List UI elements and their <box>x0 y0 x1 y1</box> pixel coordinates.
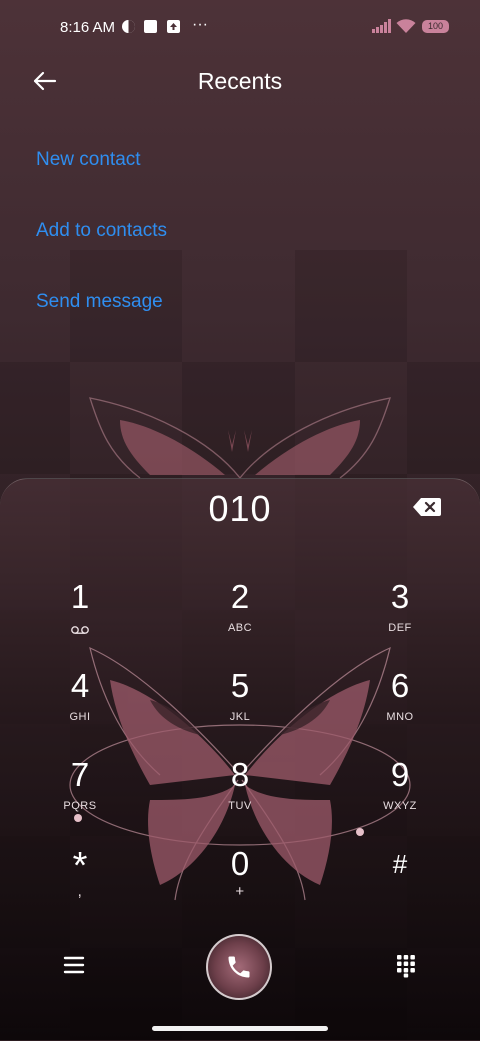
upload-icon <box>166 19 181 34</box>
new-contact-link[interactable]: New contact <box>36 149 141 171</box>
key-9[interactable]: 9 WXYZ <box>352 756 448 834</box>
key-3[interactable]: 3 DEF <box>352 578 448 656</box>
key-6[interactable]: 6 MNO <box>352 667 448 745</box>
add-to-contacts-link[interactable]: Add to contacts <box>36 220 167 242</box>
signal-icon <box>371 19 391 34</box>
key-4[interactable]: 4 GHI <box>32 667 128 745</box>
key-1[interactable]: 1 <box>32 578 128 656</box>
backspace-icon[interactable] <box>412 496 442 518</box>
home-indicator[interactable] <box>152 1026 328 1031</box>
key-star[interactable]: * , <box>32 845 128 923</box>
notification-square-icon <box>143 19 158 34</box>
key-hash[interactable]: # <box>352 845 448 923</box>
key-5[interactable]: 5 JKL <box>192 667 288 745</box>
keypad-icon[interactable] <box>396 954 416 983</box>
key-7[interactable]: 7 PQRS <box>32 756 128 834</box>
key-2[interactable]: 2 ABC <box>192 578 288 656</box>
key-8[interactable]: 8 TUV <box>192 756 288 834</box>
butterfly-top-decoration <box>89 397 391 479</box>
voicemail-icon <box>70 622 90 634</box>
top-app-bar: Recents <box>0 56 480 108</box>
page-title: Recents <box>197 68 283 94</box>
wifi-icon <box>396 19 416 34</box>
key-0[interactable]: 0 + <box>192 845 288 923</box>
send-message-link[interactable]: Send message <box>36 291 163 313</box>
status-bar: 8:16 AM ··· 100 <box>0 0 480 56</box>
dialed-number: 010 <box>208 488 272 529</box>
more-notifications: ··· <box>192 16 208 33</box>
menu-icon[interactable] <box>63 956 85 979</box>
battery-icon: 100 <box>422 20 449 33</box>
vpn-icon <box>121 19 136 34</box>
call-button[interactable] <box>206 934 272 1000</box>
status-time: 8:16 AM <box>60 19 116 36</box>
phone-icon <box>225 953 253 986</box>
